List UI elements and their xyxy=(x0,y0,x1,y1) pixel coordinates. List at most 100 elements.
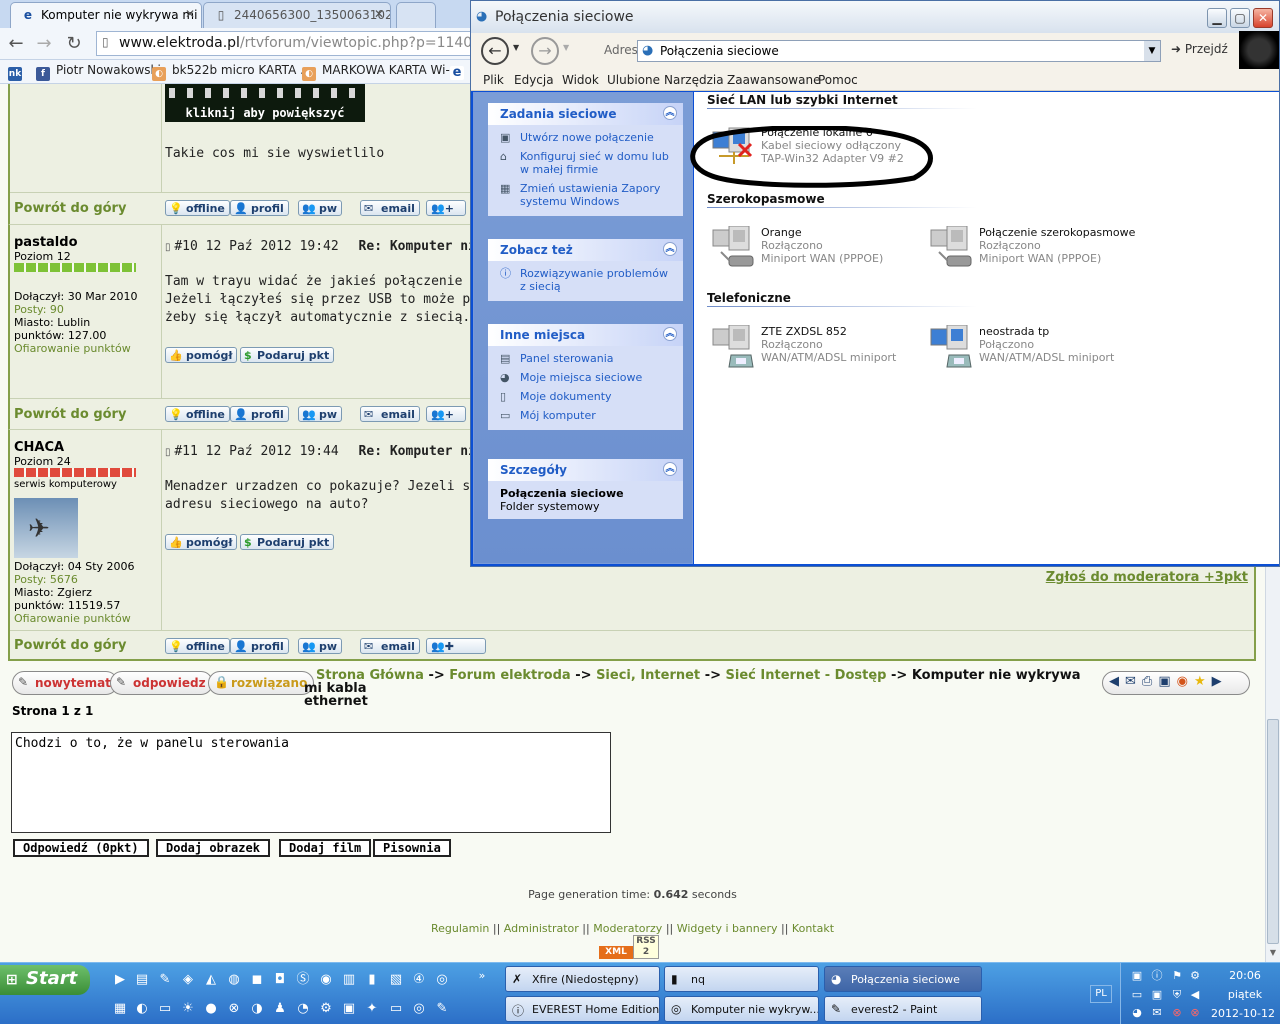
spellcheck-button[interactable]: Pisownia xyxy=(373,839,451,857)
watch-icon[interactable]: ◉ xyxy=(1177,674,1194,689)
rss-badge[interactable]: XMLRSS 2 xyxy=(599,935,661,959)
tab-forum[interactable]: e Komputer nie wykrywa mi kab ✕ xyxy=(10,2,202,28)
post-number[interactable]: #10 xyxy=(174,239,197,254)
chevron-down-icon[interactable]: ▼ xyxy=(1144,41,1160,61)
record-icon[interactable]: ● xyxy=(203,1001,219,1017)
pw-button[interactable]: 👥 pw xyxy=(298,638,343,654)
taskbar-nq[interactable]: ▮ nq xyxy=(664,966,819,992)
helped-button[interactable]: 👍 pomógł xyxy=(165,347,238,363)
window-icon[interactable]: ▭ xyxy=(157,1001,173,1017)
more-icon[interactable]: » xyxy=(474,968,490,984)
tray-icon[interactable]: ✉ xyxy=(1149,1005,1165,1021)
donate-points-link[interactable]: Ofiarowanie punktów xyxy=(14,612,161,625)
tab-image[interactable]: ▯ 2440656300_1350063102.jp ✕ xyxy=(203,2,391,28)
window-icon[interactable]: ▭ xyxy=(388,1001,404,1017)
reload-icon[interactable]: ↻ xyxy=(62,32,86,56)
app-icon[interactable]: ⊗ xyxy=(226,1001,242,1017)
app-icon[interactable]: ▥ xyxy=(341,972,357,988)
print-icon[interactable]: ⎙ xyxy=(1142,674,1158,689)
report-to-moderator-link[interactable]: Zgłoś do moderatora +3pkt xyxy=(1046,570,1248,585)
tray-icon[interactable]: ⚑ xyxy=(1169,968,1185,984)
connection-zte[interactable]: ZTE ZXDSL 852 Rozłączono WAN/ATM/ADSL mi… xyxy=(709,325,929,373)
control-panel-link[interactable]: ▤ Panel sterowania xyxy=(500,352,675,365)
close-tray-icon[interactable]: ⊗ xyxy=(1169,1005,1185,1021)
menu-tools[interactable]: Narzędzia xyxy=(664,73,724,87)
app-icon[interactable]: ◍ xyxy=(226,972,242,988)
breadcrumb-subforum[interactable]: Sieć Internet - Dostęp xyxy=(726,668,887,683)
calendar-icon[interactable]: ▦ xyxy=(112,1001,128,1017)
email-button[interactable]: ✉ email xyxy=(360,406,420,422)
submit-reply-button[interactable]: Odpowiedź (0pkt) xyxy=(13,839,149,857)
breadcrumb-category[interactable]: Sieci, Internet xyxy=(596,668,700,683)
profile-button[interactable]: 👤 profil xyxy=(230,406,289,422)
pw-button[interactable]: 👥 pw xyxy=(298,200,343,216)
taskbar-xfire[interactable]: ✗ Xfire (Niedostępny) xyxy=(505,966,660,992)
forward-arrow-icon[interactable]: → xyxy=(32,32,56,56)
menu-advanced[interactable]: Zaawansowane xyxy=(727,73,820,87)
app-icon[interactable]: ④ xyxy=(411,972,427,988)
app-icon[interactable]: ◉ xyxy=(318,972,334,988)
back-to-top-link[interactable]: Powrót do góry xyxy=(14,201,126,216)
scrollbar-thumb[interactable] xyxy=(1267,719,1279,944)
scroll-down-icon[interactable]: ▼ xyxy=(1267,948,1279,960)
author-name[interactable]: pastaldo xyxy=(14,235,161,250)
start-button[interactable]: ⊞ Start xyxy=(0,965,90,995)
app-icon[interactable]: ◎ xyxy=(434,972,450,988)
taskbar-everest[interactable]: ⓘ EVEREST Home Edition xyxy=(505,996,660,1022)
network-disconnected-tray-icon[interactable]: ▣ xyxy=(1149,987,1165,1003)
add-friend-button[interactable]: 👥+ xyxy=(426,406,466,422)
collapse-icon[interactable]: ︽ xyxy=(663,106,677,120)
close-tray-icon[interactable]: ⊗ xyxy=(1187,1005,1203,1021)
minimize-button[interactable]: ▁ xyxy=(1207,8,1227,28)
media-player-icon[interactable]: ▶ xyxy=(112,972,128,988)
app-icon[interactable]: ▣ xyxy=(341,1001,357,1017)
helped-button[interactable]: 👍 pomógł xyxy=(165,534,238,550)
my-documents-link[interactable]: ▯ Moje dokumenty xyxy=(500,390,675,403)
panel-header[interactable]: Zobacz też ︽ xyxy=(488,239,683,261)
app-icon[interactable]: ☀ xyxy=(180,1001,196,1017)
email-button[interactable]: ✉ email xyxy=(360,200,420,216)
info-tray-icon[interactable]: ⓘ xyxy=(1149,968,1165,984)
add-friend-button[interactable]: 👥+ xyxy=(426,200,466,216)
pencil-icon[interactable]: ✎ xyxy=(157,972,173,988)
address-bar[interactable]: ▯ www.elektroda.pl/rtvforum/viewtopic.ph… xyxy=(96,31,496,56)
taskbar-chrome[interactable]: ◎ Komputer nie wykryw... xyxy=(664,996,819,1022)
menu-edit[interactable]: Edycja xyxy=(514,73,554,87)
app-icon[interactable]: ▧ xyxy=(388,972,404,988)
donate-points-link[interactable]: Ofiarowanie punktów xyxy=(14,342,161,355)
bookmark-facebook[interactable]: f Piotr Nowakowski xyxy=(36,63,161,81)
save-icon[interactable]: ▣ xyxy=(1158,674,1176,689)
forward-arrow-icon[interactable]: → xyxy=(531,37,559,65)
go-button[interactable]: ➜ Przejdź xyxy=(1171,42,1228,56)
winrar-icon[interactable]: ▤ xyxy=(134,972,150,988)
taskbar-network-connections[interactable]: ◕ Połączenia sieciowe xyxy=(824,966,982,992)
close-button[interactable]: ✕ xyxy=(1253,8,1273,28)
taskbar-paint[interactable]: ✎ everest2 - Paint xyxy=(824,996,982,1022)
troubleshoot-link[interactable]: ⓘ Rozwiązywanie problemów z siecią xyxy=(500,267,675,293)
add-image-button[interactable]: Dodaj obrazek xyxy=(156,839,270,857)
add-video-button[interactable]: Dodaj film xyxy=(279,839,372,857)
app-icon[interactable]: ◔ xyxy=(295,1001,311,1017)
donate-button[interactable]: $ Podaruj pkt xyxy=(240,347,335,363)
offline-button[interactable]: 💡 offline xyxy=(165,638,230,654)
menu-file[interactable]: Plik xyxy=(483,73,504,87)
author-posts[interactable]: Posty: 90 xyxy=(14,303,161,316)
reply-button[interactable]: ✎ odpowiedz xyxy=(110,671,213,695)
post-number[interactable]: #11 xyxy=(174,444,197,459)
close-tab-icon[interactable]: ✕ xyxy=(185,7,195,21)
collapse-icon[interactable]: ︽ xyxy=(663,462,677,476)
offline-button[interactable]: 💡 offline xyxy=(165,406,230,422)
chevron-down-icon[interactable]: ▼ xyxy=(513,43,519,52)
back-arrow-icon[interactable]: ← xyxy=(481,37,509,65)
app-icon[interactable]: ✦ xyxy=(364,1001,380,1017)
footer-link-widgets[interactable]: Widgety i bannery xyxy=(677,922,778,935)
menu-view[interactable]: Widok xyxy=(562,73,599,87)
footer-link-admin[interactable]: Administrator xyxy=(504,922,579,935)
bookmark-allegro-2[interactable]: ◐ MARKOWA KARTA Wi-... xyxy=(302,63,461,81)
app-icon[interactable]: ◘ xyxy=(272,972,288,988)
breadcrumb-forum[interactable]: Forum elektroda xyxy=(449,668,570,683)
quick-reply-textarea[interactable]: Chodzi o to, że w panelu sterowania xyxy=(11,732,611,833)
author-name[interactable]: CHACA xyxy=(14,440,161,455)
folder-icon[interactable]: ▮ xyxy=(364,972,380,988)
author-posts[interactable]: Posty: 5676 xyxy=(14,573,161,586)
